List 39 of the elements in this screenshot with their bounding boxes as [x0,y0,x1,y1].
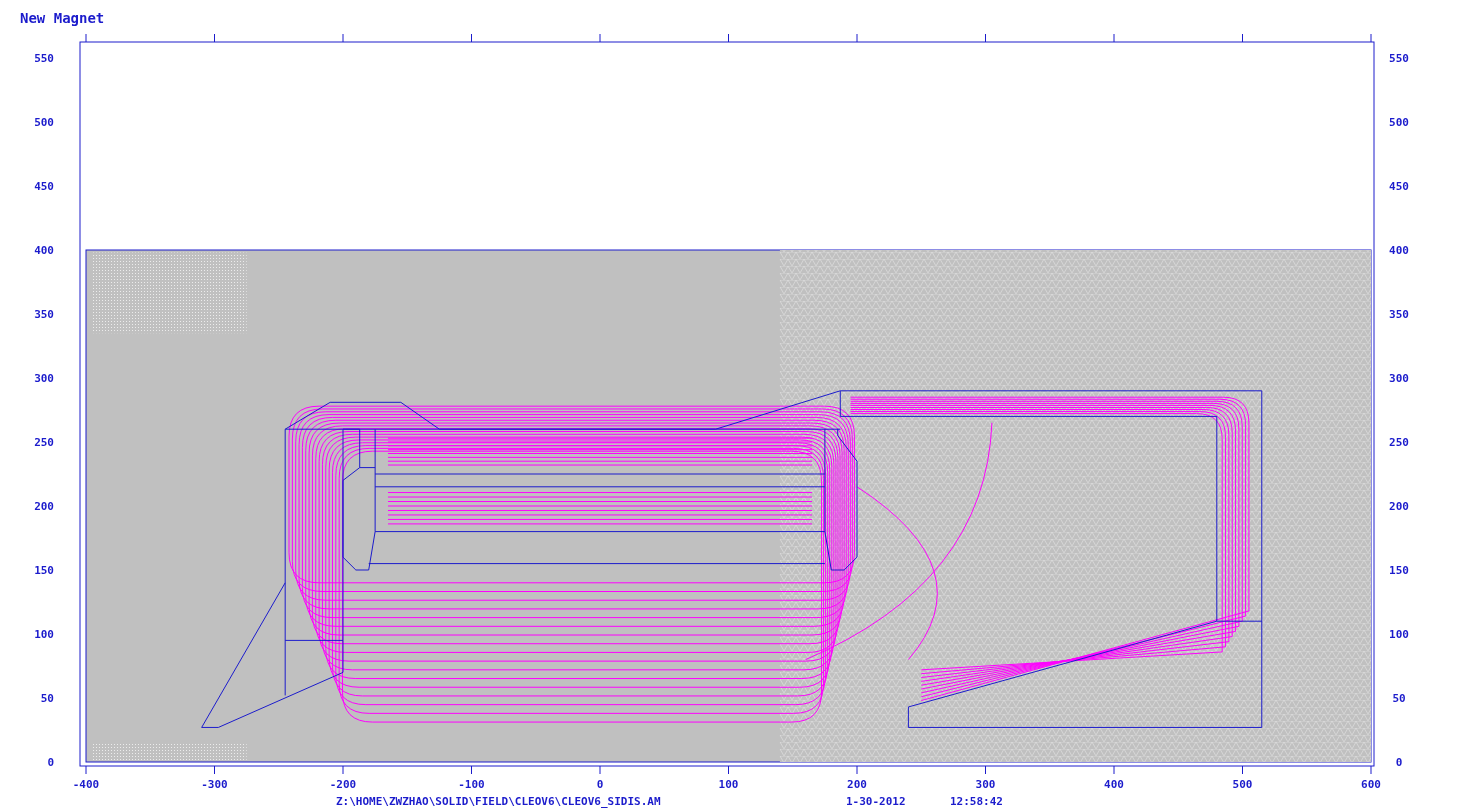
date-label: 1-30-2012 [846,795,906,808]
y-tick-label: 150 [1389,564,1409,577]
x-tick-label: 200 [847,778,867,791]
y-tick-label: 400 [34,244,54,257]
y-tick-label: 550 [1389,52,1409,65]
x-tick-label: -400 [72,778,100,791]
y-tick-label: 200 [1389,500,1409,513]
y-tick-label: 200 [34,500,54,513]
y-tick-label: 550 [34,52,54,65]
x-tick-label: 300 [975,778,996,791]
y-tick-label: 0 [1395,756,1403,769]
x-tick-label: -200 [329,778,357,791]
y-tick-label: 350 [34,308,54,321]
x-tick-label: 600 [1361,778,1381,791]
y-tick-label: 100 [34,628,54,641]
y-tick-label: 0 [47,756,54,769]
y-tick-label: 100 [1389,628,1409,641]
plot-title: New Magnet [20,10,105,26]
y-tick-label: 300 [34,372,54,385]
file-path: Z:\HOME\ZWZHAO\SOLID\FIELD\CLEOV6\CLEOV6_SIDIS.AM [336,795,661,808]
y-tick-label: 500 [1389,116,1409,129]
x-tick-label: 100 [718,778,739,791]
y-tick-label: 150 [34,564,54,577]
y-tick-label: 250 [1389,436,1409,449]
x-tick-label: -300 [201,778,228,791]
x-tick-label: -100 [458,778,485,791]
y-tick-label: 450 [34,180,54,193]
y-tick-label: 300 [1389,372,1409,385]
y-tick-label: 500 [34,116,54,129]
y-tick-label: 350 [1389,308,1409,321]
y-tick-label: 250 [34,436,54,449]
x-tick-label: 0 [596,778,604,791]
y-tick-label: 50 [40,692,54,705]
x-tick-label: 500 [1232,778,1253,791]
x-tick-label: 400 [1104,778,1124,791]
time-label: 12:58:42 [950,795,1003,808]
y-tick-label: 450 [1389,180,1409,193]
y-tick-label: 50 [1392,692,1406,705]
y-tick-label: 400 [1389,244,1409,257]
